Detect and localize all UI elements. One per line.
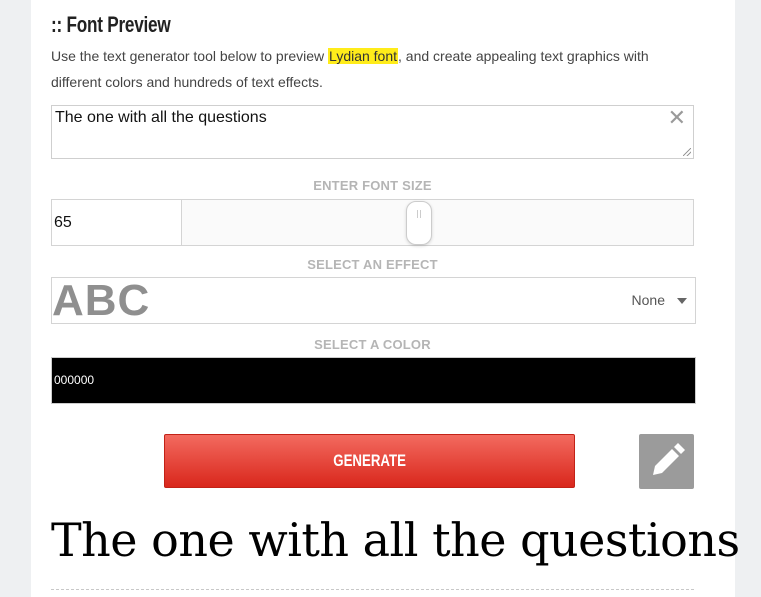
preview-text-value[interactable]: The one with all the questions	[55, 109, 267, 127]
pencil-icon	[653, 443, 685, 475]
font-size-slider-handle[interactable]	[406, 201, 432, 245]
font-size-label: ENTER FONT SIZE	[313, 178, 432, 193]
effect-selected-value: None	[631, 292, 665, 308]
intro-text: Use the text generator tool below to pre…	[51, 43, 701, 95]
edit-button[interactable]	[639, 434, 694, 489]
chevron-down-icon[interactable]	[677, 298, 687, 304]
font-size-input[interactable]: 65	[52, 200, 182, 245]
preview-output-text: The one with all the questions	[51, 513, 740, 567]
color-label: SELECT A COLOR	[314, 337, 431, 352]
generate-button[interactable]: GENERATE	[164, 434, 575, 488]
section-title: :: Font Preview	[51, 12, 171, 37]
font-size-control: 65	[51, 199, 694, 246]
generate-button-label: GENERATE	[333, 451, 406, 470]
color-input[interactable]: 000000	[51, 357, 696, 404]
resize-grip-icon[interactable]	[683, 148, 691, 156]
font-size-slider-track[interactable]	[181, 200, 693, 245]
clear-icon[interactable]: ✕	[668, 106, 686, 130]
effect-select[interactable]: ABC None	[51, 277, 696, 324]
effect-sample: ABC	[52, 276, 151, 325]
font-name-highlight[interactable]: Lydian font	[328, 48, 399, 64]
preview-text-input[interactable]: The one with all the questions ✕	[51, 105, 694, 159]
intro-text-start: Use the text generator tool below to pre…	[51, 48, 329, 64]
effect-label: SELECT AN EFFECT	[307, 257, 438, 272]
divider	[51, 589, 694, 590]
